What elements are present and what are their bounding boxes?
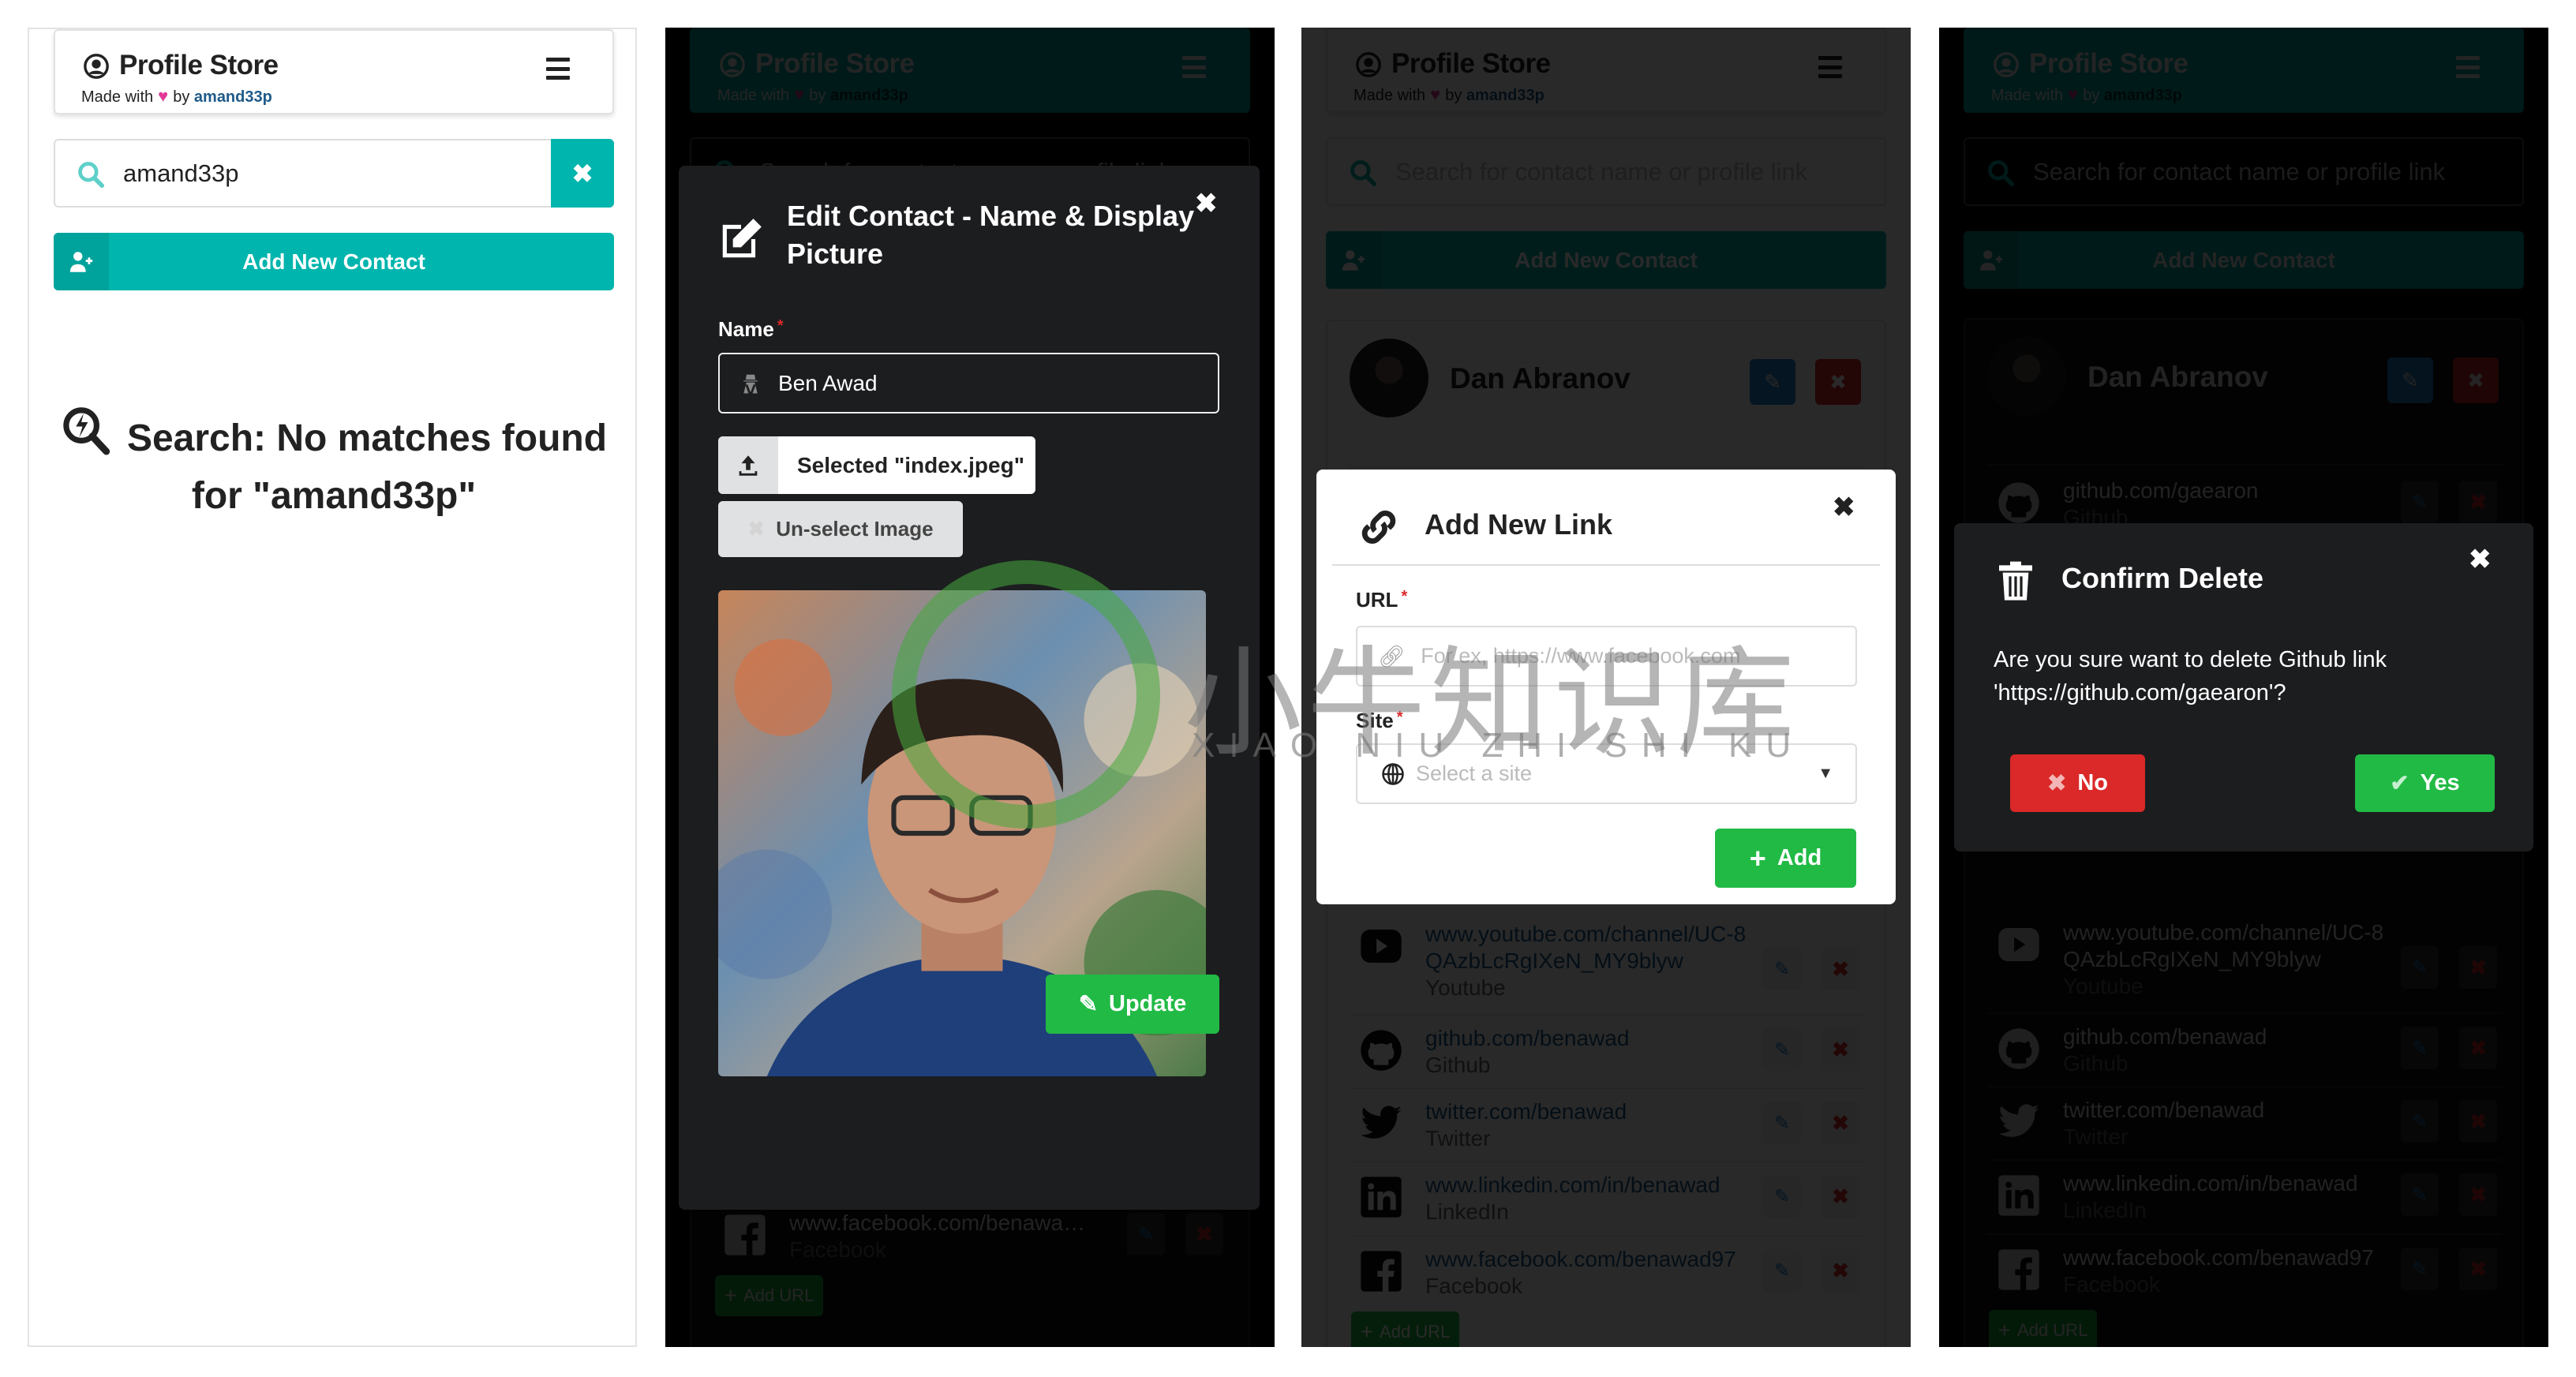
yes-button[interactable]: ✔ Yes: [2355, 754, 2495, 812]
by-text: by: [173, 88, 190, 106]
close-modal-button[interactable]: ✖: [1195, 188, 1218, 219]
link-icon: [1361, 511, 1396, 544]
author-link[interactable]: amand33p: [194, 88, 272, 106]
name-value: Ben Awad: [778, 370, 878, 395]
app-header: Profile Store Made with♥by amand33p: [54, 29, 614, 114]
required-marker: *: [1401, 588, 1408, 605]
user-circle-icon: [84, 54, 109, 79]
selected-file-label: Selected "index.jpeg": [797, 452, 1024, 477]
unselect-image-button[interactable]: ✖ Un-select Image: [718, 501, 963, 557]
close-modal-button[interactable]: ✖: [2469, 544, 2492, 575]
panel-confirm-delete: Profile StoreMade with♥by amand33pSearch…: [1939, 28, 2548, 1347]
add-label: Add: [1777, 845, 1822, 870]
confirm-delete-modal: Confirm Delete ✖ Are you sure want to de…: [1954, 523, 2533, 851]
no-label: No: [2077, 770, 2108, 795]
no-matches-text: Search: No matches found for "amand33p": [126, 417, 608, 517]
delete-message: Are you sure want to delete Github link …: [1994, 647, 2387, 705]
search-bar[interactable]: ✖: [54, 139, 614, 208]
modal-title: Add New Link: [1425, 508, 1613, 541]
watermark-logo: [892, 560, 1160, 829]
no-button[interactable]: ✖ No: [2010, 754, 2145, 812]
add-new-contact-button[interactable]: Add New Contact: [54, 233, 614, 290]
yes-label: Yes: [2420, 770, 2460, 795]
modal-divider: [1332, 564, 1880, 566]
name-label-text: Name: [718, 317, 774, 341]
made-with-credit: Made with♥by amand33p: [81, 86, 272, 107]
watermark-pinyin: XIAO NIU ZHI SHI KU: [1192, 726, 1806, 765]
edit-icon: ✎: [1078, 992, 1098, 1017]
made-with-text: Made with: [81, 88, 154, 106]
modal-title: Edit Contact - Name & Display Picture: [787, 200, 1195, 270]
upload-icon: [718, 436, 778, 494]
search-input[interactable]: [123, 155, 534, 193]
search-icon: [78, 162, 105, 189]
panel-search-no-results: Profile Store Made with ♥ by amand33p Add Ne…: [28, 28, 637, 1347]
name-label: Name *: [718, 317, 784, 342]
heart-icon: ♥: [158, 86, 169, 106]
close-icon: ✖: [2047, 771, 2067, 796]
add-link-button[interactable]: + Add: [1715, 829, 1856, 888]
no-matches-message: Search: No matches found for "amand33p": [54, 405, 614, 525]
update-button[interactable]: ✎ Update: [1046, 975, 1219, 1034]
checkmark-icon: ✔: [2390, 771, 2409, 796]
plus-icon: +: [1749, 841, 1766, 874]
update-label: Update: [1109, 991, 1187, 1016]
clear-search-button[interactable]: ✖: [551, 139, 614, 208]
modal-title: Confirm Delete: [2061, 562, 2264, 594]
edit-icon: [722, 219, 762, 258]
required-marker: *: [777, 317, 784, 335]
close-modal-button[interactable]: ✖: [1833, 492, 1855, 523]
close-icon: ✖: [571, 159, 593, 188]
user-secret-icon: [743, 374, 758, 393]
user-plus-icon: [54, 233, 109, 290]
trash-icon: [1999, 561, 2032, 601]
close-circle-icon: ✖: [747, 517, 766, 541]
search-lightning-icon: [63, 407, 110, 455]
select-image-button[interactable]: Selected "index.jpeg": [718, 436, 1035, 494]
app-title[interactable]: Profile Store: [119, 50, 279, 81]
dropdown-caret-icon: ▼: [1818, 765, 1833, 782]
unselect-image-label: Un-select Image: [776, 517, 934, 541]
name-input[interactable]: Ben Awad: [718, 353, 1219, 413]
add-new-contact-label: Add New Contact: [242, 249, 425, 274]
hamburger-menu-icon[interactable]: [546, 58, 570, 80]
